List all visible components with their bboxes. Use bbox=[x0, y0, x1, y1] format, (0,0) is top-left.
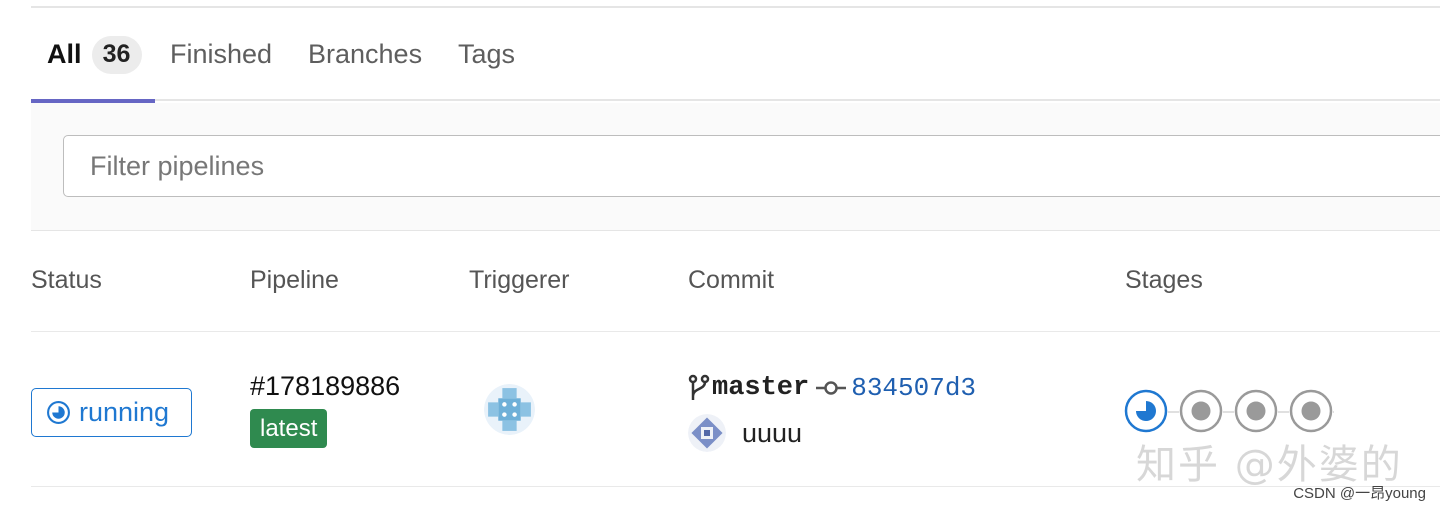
status-badge[interactable]: running bbox=[31, 388, 192, 437]
pipeline-stages bbox=[1124, 389, 1344, 435]
filter-pipelines-input[interactable] bbox=[63, 135, 1440, 197]
pipeline-tabs: All 36 Finished Branches Tags bbox=[31, 8, 1440, 103]
stage-created-icon[interactable] bbox=[1234, 389, 1278, 433]
commit-sha-link[interactable]: 834507d3 bbox=[851, 373, 976, 403]
tab-branches[interactable]: Branches bbox=[308, 8, 422, 101]
filter-bar bbox=[31, 103, 1440, 231]
column-header-status: Status bbox=[31, 266, 102, 294]
commit-author-avatar[interactable] bbox=[688, 414, 726, 452]
commit-title-link[interactable]: uuuu bbox=[742, 418, 802, 449]
tab-all[interactable]: All 36 bbox=[31, 8, 155, 103]
running-icon bbox=[47, 401, 70, 424]
latest-badge: latest bbox=[250, 409, 328, 448]
csdn-credit: CSDN @一昂young bbox=[1293, 485, 1426, 502]
branch-icon bbox=[688, 374, 710, 400]
column-header-commit: Commit bbox=[688, 266, 775, 294]
column-header-stages: Stages bbox=[1125, 266, 1203, 294]
column-header-triggerer: Triggerer bbox=[469, 266, 570, 294]
triggerer-avatar[interactable] bbox=[484, 384, 535, 435]
pipeline-id-link[interactable]: #178189886 bbox=[250, 371, 400, 402]
tab-all-label: All bbox=[47, 39, 82, 69]
stage-created-icon[interactable] bbox=[1179, 389, 1223, 433]
tab-tags[interactable]: Tags bbox=[458, 8, 515, 101]
column-header-pipeline: Pipeline bbox=[250, 266, 339, 294]
table-header: Status Pipeline Triggerer Commit Stages bbox=[31, 232, 1440, 332]
tab-finished[interactable]: Finished bbox=[170, 8, 272, 101]
branch-link[interactable]: master bbox=[712, 373, 809, 403]
tab-all-count-badge: 36 bbox=[91, 35, 142, 74]
commit-icon bbox=[816, 381, 847, 395]
commit-ref-line: master 834507d3 bbox=[688, 373, 976, 403]
stage-created-icon[interactable] bbox=[1289, 389, 1333, 433]
status-label: running bbox=[79, 397, 170, 427]
stage-running-icon[interactable] bbox=[1124, 389, 1168, 433]
